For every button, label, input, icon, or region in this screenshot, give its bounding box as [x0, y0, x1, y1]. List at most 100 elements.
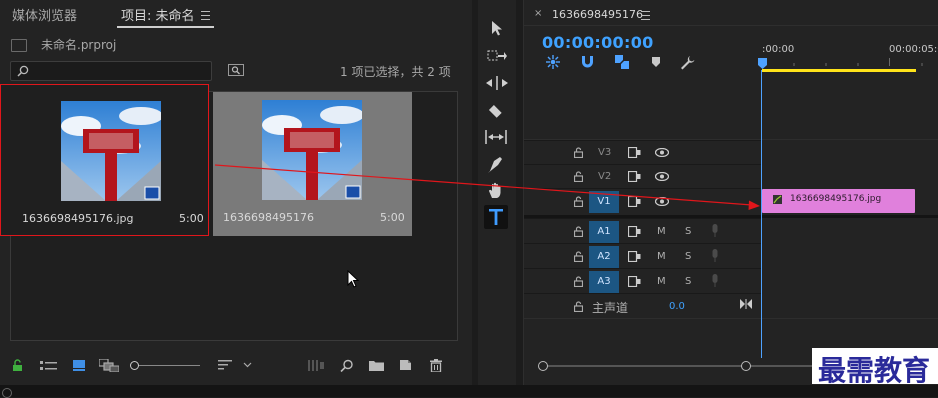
master-volume-value[interactable]: 0.0 — [669, 301, 685, 312]
tools-panel — [478, 0, 516, 385]
track-header-a1[interactable]: A1 M S — [524, 218, 761, 244]
track-lock-icon[interactable] — [574, 171, 583, 182]
microphone-icon[interactable] — [711, 249, 719, 263]
sync-lock-icon[interactable] — [628, 147, 641, 158]
sync-lock-icon[interactable] — [628, 171, 641, 182]
master-track-label: 主声道 — [592, 301, 629, 315]
scroll-handle-left[interactable] — [538, 361, 548, 371]
track-label[interactable]: V3 — [598, 147, 611, 158]
track-lock-icon[interactable] — [574, 196, 583, 207]
slip-tool-icon[interactable] — [485, 130, 507, 144]
list-view-icon[interactable] — [40, 360, 57, 372]
track-lock-icon[interactable] — [574, 276, 583, 287]
pen-tool-icon[interactable] — [488, 155, 504, 173]
clip-duration: 5:00 — [179, 212, 204, 225]
freeform-view-icon[interactable] — [99, 359, 119, 372]
microphone-icon[interactable] — [711, 224, 719, 238]
wrench-icon[interactable] — [680, 55, 695, 70]
sync-lock-icon[interactable] — [628, 276, 641, 287]
track-target-a2[interactable]: A2 — [589, 246, 619, 268]
clip-name: 1636698495176.jpg — [22, 212, 134, 225]
folder-icon — [11, 39, 27, 52]
sequence-tab-title[interactable]: 1636698495176 — [552, 8, 643, 21]
fx-badge-icon — [773, 195, 782, 204]
type-tool-button[interactable] — [484, 205, 508, 229]
track-header-v1[interactable]: V1 — [524, 188, 761, 216]
icon-view-icon[interactable] — [73, 360, 85, 371]
project-panel: 媒体浏览器 项目: 未命名 未命名.prproj 1 项已选择，共 2 项 16… — [0, 0, 472, 385]
new-search-bin-icon[interactable] — [228, 63, 244, 77]
lock-icon[interactable] — [12, 359, 24, 372]
project-file-name: 未命名.prproj — [41, 38, 117, 52]
playhead-line[interactable] — [761, 70, 762, 358]
playhead-handle-icon[interactable] — [758, 58, 767, 69]
mute-button[interactable]: M — [657, 276, 666, 287]
track-header-v2[interactable]: V2 — [524, 164, 761, 189]
ruler-end-label: 00:00:05:0 — [889, 44, 938, 55]
close-tab-icon[interactable]: × — [534, 8, 542, 19]
track-header-v3[interactable]: V3 — [524, 140, 761, 165]
scroll-handle-right[interactable] — [741, 361, 751, 371]
media-item-2[interactable]: 1636698495176 5:00 — [213, 92, 412, 236]
time-ruler[interactable] — [762, 58, 938, 66]
sort-icon[interactable] — [218, 359, 232, 371]
playhead-timecode[interactable]: 00:00:00:00 — [542, 33, 654, 52]
go-to-end-icon[interactable] — [740, 299, 752, 309]
mute-button[interactable]: M — [657, 226, 666, 237]
track-label[interactable]: V2 — [598, 171, 611, 182]
solo-button[interactable]: S — [685, 226, 691, 237]
hand-tool-icon[interactable] — [488, 182, 504, 199]
find-icon[interactable] — [340, 359, 354, 373]
timeline-menu-icon[interactable] — [641, 11, 650, 20]
selection-status: 1 项已选择，共 2 项 — [340, 65, 451, 79]
ripple-edit-tool-icon[interactable] — [486, 76, 508, 90]
sync-lock-icon[interactable] — [628, 226, 641, 237]
chevron-down-icon[interactable] — [243, 362, 252, 368]
media-item-1[interactable]: 1636698495176.jpg 5:00 — [0, 84, 209, 236]
mute-button[interactable]: M — [657, 251, 666, 262]
track-select-tool-icon[interactable] — [487, 48, 507, 64]
solo-button[interactable]: S — [685, 276, 691, 287]
eye-icon[interactable] — [655, 197, 669, 206]
track-lock-icon[interactable] — [574, 251, 583, 262]
track-target-a3[interactable]: A3 — [589, 271, 619, 293]
track-target-v1[interactable]: V1 — [589, 191, 619, 213]
track-header-a3[interactable]: A3 M S — [524, 268, 761, 294]
timeline-clip[interactable]: 1636698495176.jpg — [762, 189, 915, 213]
tab-project[interactable]: 项目: 未命名 — [121, 5, 195, 24]
track-lock-icon[interactable] — [574, 226, 583, 237]
solo-button[interactable]: S — [685, 251, 691, 262]
clip-thumbnail — [61, 101, 161, 201]
nest-sequence-icon[interactable] — [546, 55, 560, 69]
trash-icon[interactable] — [430, 359, 442, 372]
track-lock-icon[interactable] — [574, 147, 583, 158]
panel-menu-icon[interactable] — [201, 11, 210, 20]
search-input[interactable] — [10, 61, 212, 81]
type-tool-icon — [489, 209, 503, 225]
track-header-a2[interactable]: A2 M S — [524, 243, 761, 269]
eye-icon[interactable] — [655, 148, 669, 157]
tab-media-browser[interactable]: 媒体浏览器 — [12, 5, 77, 24]
razor-tool-icon[interactable] — [488, 102, 504, 118]
eye-icon[interactable] — [655, 172, 669, 181]
track-lock-icon[interactable] — [574, 301, 583, 312]
sync-lock-icon[interactable] — [628, 196, 641, 207]
sync-lock-icon[interactable] — [628, 251, 641, 262]
mouse-cursor-icon — [347, 270, 359, 288]
track-header-master[interactable]: 主声道 0.0 — [524, 293, 761, 319]
add-marker-icon[interactable] — [651, 56, 661, 68]
new-item-icon[interactable] — [399, 359, 412, 371]
automate-sequence-icon[interactable] — [308, 360, 324, 371]
snap-magnet-icon[interactable] — [581, 55, 594, 68]
ruler-start-label: :00:00 — [762, 44, 795, 55]
status-bar — [0, 385, 938, 397]
linked-selection-icon[interactable] — [614, 54, 630, 70]
new-bin-icon[interactable] — [369, 360, 384, 371]
track-target-a1[interactable]: A1 — [589, 221, 619, 243]
work-area-bar[interactable] — [762, 69, 916, 72]
microphone-icon[interactable] — [711, 274, 719, 288]
clip-duration: 5:00 — [380, 211, 405, 224]
selection-tool-icon[interactable] — [491, 20, 503, 36]
zoom-slider[interactable] — [130, 361, 200, 370]
clip-name: 1636698495176 — [223, 211, 314, 224]
